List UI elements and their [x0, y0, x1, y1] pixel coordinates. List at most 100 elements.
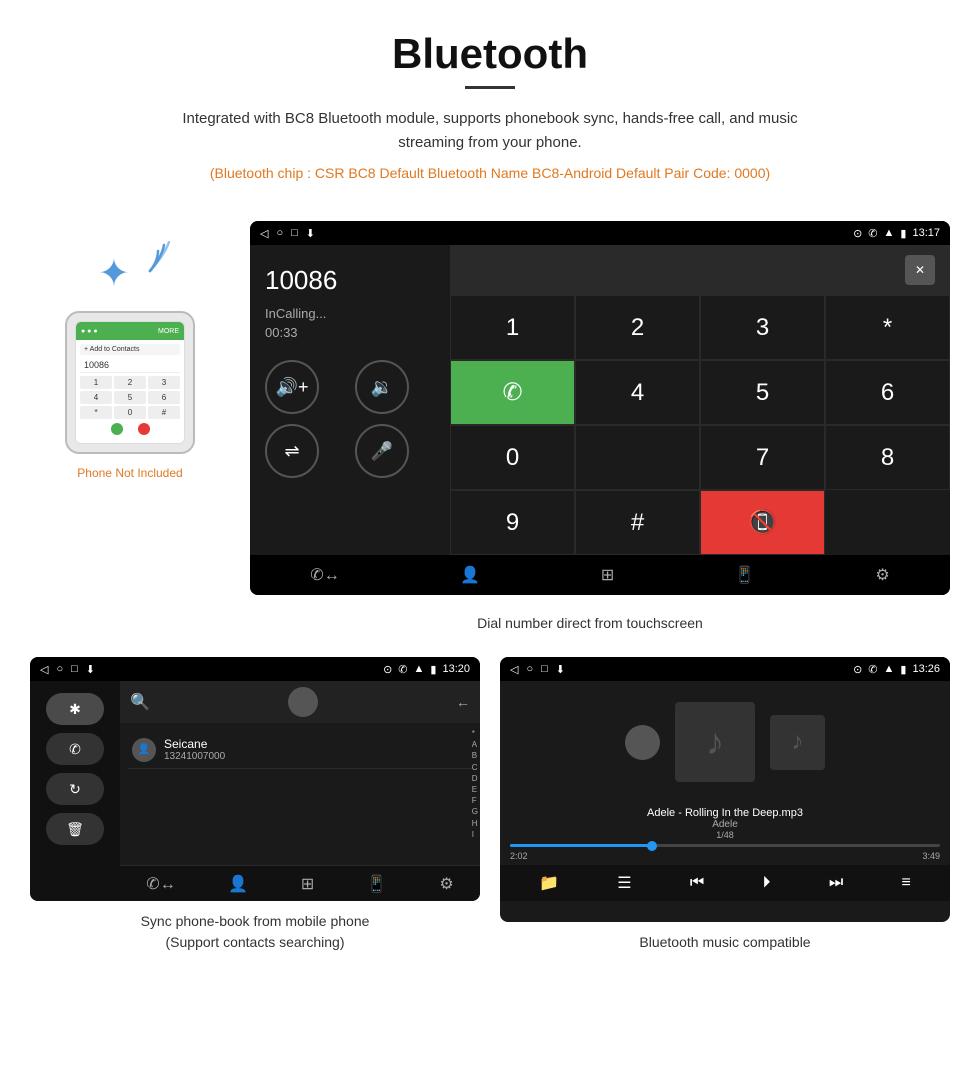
kp-key-call[interactable]: ✆ [450, 360, 575, 425]
download-icon: ⬇ [306, 227, 315, 240]
phone-key-6[interactable]: 6 [148, 391, 180, 404]
dial-controls: 🔊+ 🔉 ⇌ 🎤 [265, 360, 435, 478]
phone-key-hash[interactable]: # [148, 406, 180, 419]
kp-key-6[interactable]: 6 [825, 360, 950, 425]
kp-key-3[interactable]: 3 [700, 295, 825, 360]
kp-key-8[interactable]: 8 [825, 425, 950, 490]
pb-nav-dialpad[interactable]: ⊞ [301, 874, 314, 894]
pb-nav-device[interactable]: 📱 [367, 874, 387, 894]
music-call-icon: ✆ [868, 663, 877, 676]
bottom-section: ◁ ○ □ ⬇ ⊙ ✆ ▲ ▮ 13:20 ✱ [0, 647, 980, 973]
phonebook-caption-line1: Sync phone-book from mobile phone(Suppor… [141, 913, 370, 950]
music-prev-btn[interactable]: ⏮ [690, 874, 704, 892]
phone-key-2[interactable]: 2 [114, 376, 146, 389]
kp-key-4[interactable]: 4 [575, 360, 700, 425]
kp-key-hash[interactable]: # [575, 490, 700, 555]
page-title: Bluetooth [20, 30, 960, 78]
pb-nav-contacts[interactable]: 👤 [228, 874, 248, 894]
music-caption: Bluetooth music compatible [500, 932, 950, 953]
dial-caption: Dial number direct from touchscreen [0, 615, 980, 631]
music-back-icon: ◁ [510, 663, 518, 676]
kp-key-2[interactable]: 2 [575, 295, 700, 360]
pb-nav-call[interactable]: ✆↔ [146, 874, 175, 894]
music-folder-btn[interactable]: 📁 [539, 873, 559, 893]
nav-dialpad-icon[interactable]: ⊞ [601, 565, 614, 585]
nav-call-icon[interactable]: ✆↔ [310, 565, 339, 585]
pb-dl-icon: ⬇ [86, 663, 95, 676]
pb-back-arrow[interactable]: ← [456, 694, 470, 710]
phone-key-star[interactable]: * [80, 406, 112, 419]
phone-number-display: 10086 [80, 358, 180, 373]
music-wifi-icon: ▲ [884, 663, 895, 675]
pb-status-time: 13:20 [442, 663, 470, 675]
phone-body: + Add to Contacts 10086 1 2 3 4 5 6 * 0 … [76, 340, 184, 443]
music-album-art: ♪ [675, 702, 755, 782]
pb-contact-item[interactable]: 👤 Seicane 13241007000 [128, 731, 472, 769]
phone-key-4[interactable]: 4 [80, 391, 112, 404]
music-layout: ♪ ♪ Adele - Rolling In the Deep.mp3 Adel… [500, 681, 950, 901]
kp-key-1[interactable]: 1 [450, 295, 575, 360]
kp-key-star[interactable]: * [825, 295, 950, 360]
phone-image-area: ✦ ● ● ● MORE + Add to Contacts 10086 1 [30, 221, 230, 480]
music-list-btn[interactable]: ☰ [617, 873, 631, 893]
transfer-button[interactable]: ⇌ [265, 424, 319, 478]
phone-key-5[interactable]: 5 [114, 391, 146, 404]
mic-button[interactable]: 🎤 [355, 424, 409, 478]
kp-key-end[interactable]: 📵 [700, 490, 825, 555]
phone-call-button[interactable] [111, 423, 123, 435]
pb-contact-avatar: 👤 [132, 738, 156, 762]
pb-delete-btn[interactable]: 🗑 [46, 813, 104, 845]
search-icon[interactable]: 🔍 [130, 692, 150, 712]
pb-search-bar: 🔍 ← [120, 681, 480, 723]
pb-call-icon: ✆ [398, 663, 407, 676]
title-underline [465, 86, 515, 89]
phonebook-caption: Sync phone-book from mobile phone(Suppor… [30, 911, 480, 953]
pb-refresh-btn[interactable]: ↻ [46, 773, 104, 805]
music-albums-row: ♪ ♪ [625, 702, 825, 782]
phone-keypad: 1 2 3 4 5 6 * 0 # [80, 376, 180, 419]
page-header: Bluetooth Integrated with BC8 Bluetooth … [0, 0, 980, 211]
music-time-total: 3:49 [922, 851, 940, 861]
music-home-icon: ○ [526, 663, 533, 675]
nav-contacts-icon[interactable]: 👤 [460, 565, 480, 585]
kp-key-5[interactable]: 5 [700, 360, 825, 425]
music-location-icon: ⊙ [853, 663, 862, 676]
music-controls: 📁 ☰ ⏮ ⏵ ⏭ ≡ [500, 865, 950, 901]
volume-down-button[interactable]: 🔉 [355, 360, 409, 414]
phone-key-1[interactable]: 1 [80, 376, 112, 389]
music-play-btn[interactable]: ⏵ [763, 874, 771, 892]
pb-phone-icon: ✆ [69, 741, 81, 758]
pb-bluetooth-btn[interactable]: ✱ [46, 693, 104, 725]
volume-up-button[interactable]: 🔊+ [265, 360, 319, 414]
dial-screen: ◁ ○ □ ⬇ ⊙ ✆ ▲ ▮ 13:17 10086 InCalling...… [250, 221, 950, 595]
pb-call-btn[interactable]: ✆ [46, 733, 104, 765]
kp-key-0[interactable]: 0 [450, 425, 575, 490]
signal-waves-svg [120, 241, 170, 301]
kp-key-space [575, 425, 700, 490]
music-progress-bar[interactable] [510, 844, 940, 847]
pb-status-right: ⊙ ✆ ▲ ▮ 13:20 [383, 663, 470, 676]
music-dl-icon: ⬇ [556, 663, 565, 676]
phone-end-button[interactable] [138, 423, 150, 435]
music-next-btn[interactable]: ⏭ [829, 874, 843, 892]
music-eq-btn[interactable]: ≡ [901, 874, 910, 892]
pb-nav-settings[interactable]: ⚙ [439, 874, 453, 894]
kp-key-7[interactable]: 7 [700, 425, 825, 490]
phone-contact-row: + Add to Contacts [80, 344, 180, 355]
kp-key-9[interactable]: 9 [450, 490, 575, 555]
pb-back-icon: ◁ [40, 663, 48, 676]
back-nav-icon: ◁ [260, 227, 268, 240]
delete-button[interactable]: ✕ [905, 255, 935, 285]
nav-settings-icon[interactable]: ⚙ [875, 565, 889, 585]
music-status-left: ◁ ○ □ ⬇ [510, 663, 565, 676]
nav-device-icon[interactable]: 📱 [735, 565, 755, 585]
phone-top-bar: ● ● ● MORE [76, 322, 184, 340]
music-progress-dot [647, 841, 657, 851]
dial-right-panel: ✕ 1 2 3 * ✆ 4 5 6 0 7 8 9 # 📵 [450, 245, 950, 555]
music-track-count: 1/48 [510, 830, 940, 840]
phone-bottom-buttons [80, 419, 180, 439]
music-note-icon: ♪ [706, 721, 724, 763]
recents-nav-icon: □ [291, 227, 298, 239]
phone-key-0[interactable]: 0 [114, 406, 146, 419]
phone-key-3[interactable]: 3 [148, 376, 180, 389]
